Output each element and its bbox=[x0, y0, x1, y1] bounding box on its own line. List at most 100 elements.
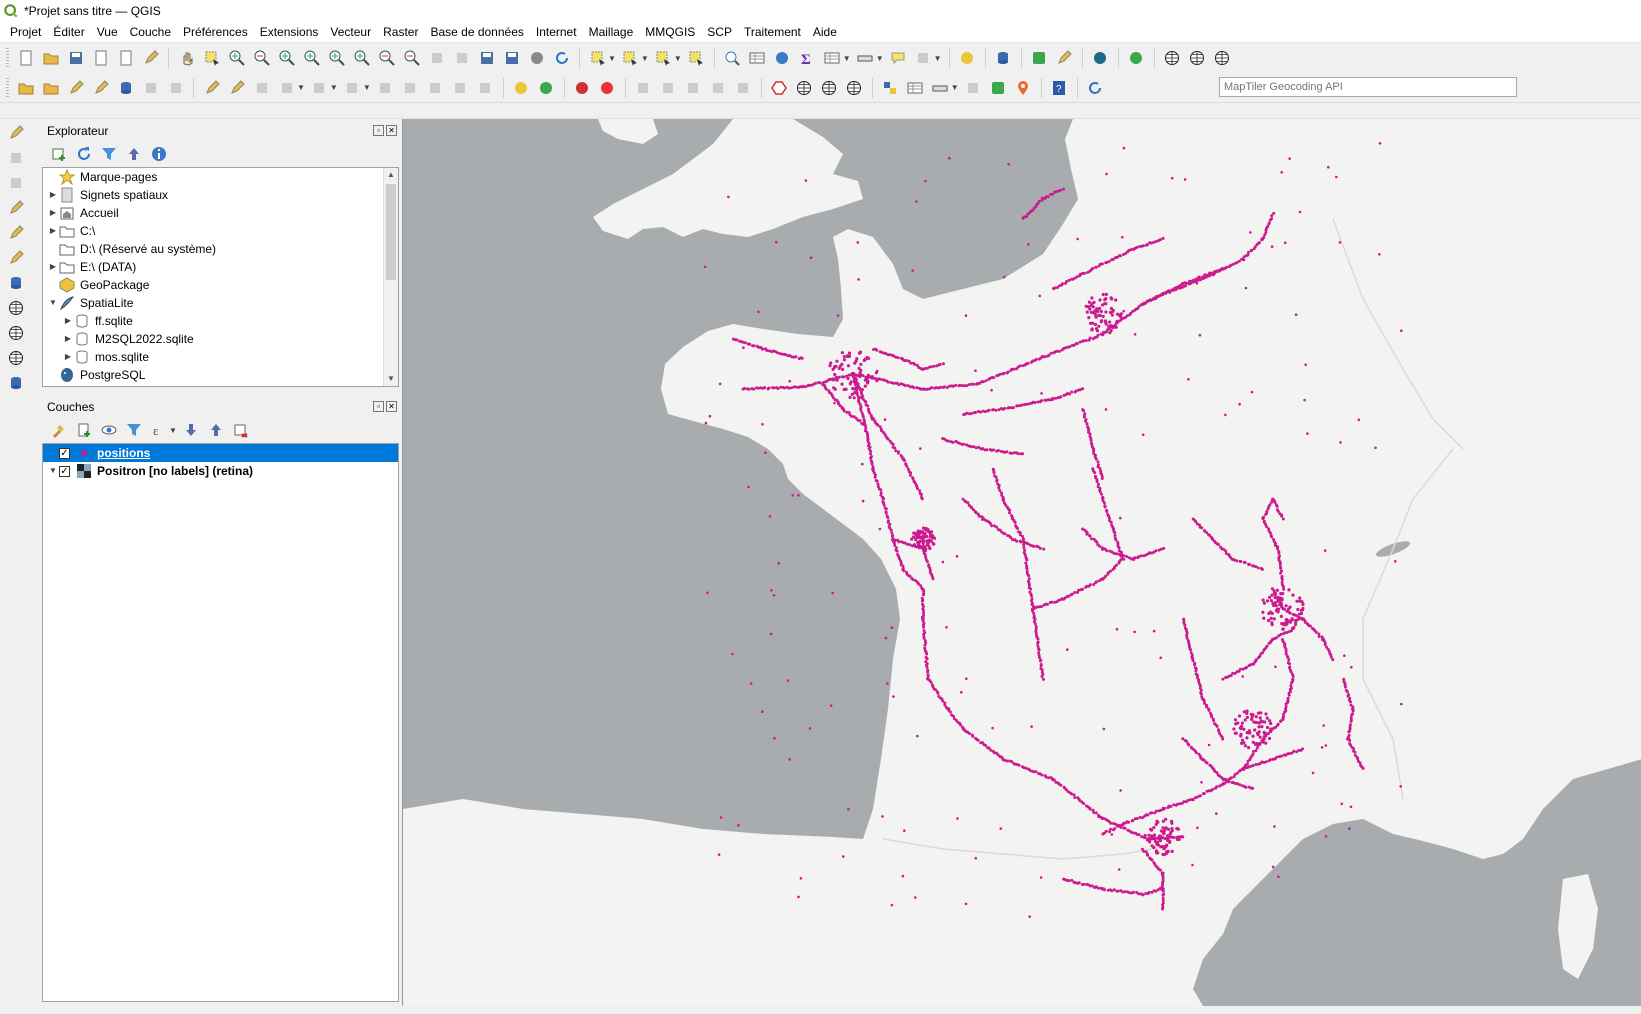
db-manager-button[interactable] bbox=[993, 47, 1014, 69]
plugin-layers-button[interactable] bbox=[988, 77, 1009, 99]
browser-item[interactable]: ▶ E:\ (DATA) bbox=[43, 258, 398, 276]
processing-grid-button[interactable] bbox=[905, 77, 926, 99]
add-delimited-text-button[interactable] bbox=[65, 77, 86, 99]
zoom-to-layer-button[interactable] bbox=[326, 47, 347, 69]
open-project-button[interactable] bbox=[40, 47, 61, 69]
float-panel-button[interactable]: ▫ bbox=[373, 125, 384, 136]
redo-button[interactable] bbox=[475, 77, 496, 99]
browser-item[interactable]: ▶ Signets spatiaux bbox=[43, 186, 398, 204]
add-vector-layer-button[interactable] bbox=[5, 122, 26, 144]
close-panel-button[interactable]: ✕ bbox=[386, 401, 397, 412]
show-bookmarks-button[interactable] bbox=[501, 47, 522, 69]
add-spatialite-button[interactable] bbox=[90, 77, 111, 99]
save-as-button[interactable] bbox=[90, 47, 111, 69]
stop-sign-button[interactable] bbox=[769, 77, 790, 99]
zoom-next-button[interactable] bbox=[401, 47, 422, 69]
expand-all-button[interactable] bbox=[181, 419, 202, 441]
select-by-value-button[interactable] bbox=[620, 47, 641, 69]
menu-internet[interactable]: Internet bbox=[530, 22, 583, 42]
chevron-down-icon[interactable]: ▼ bbox=[934, 54, 942, 63]
browser-item[interactable]: ▶ ff.sqlite bbox=[43, 312, 398, 330]
add-delimited-layer-button[interactable] bbox=[5, 197, 26, 219]
identify-button[interactable] bbox=[722, 47, 743, 69]
style-layer-button[interactable] bbox=[48, 419, 69, 441]
toggle-editing-button[interactable] bbox=[226, 77, 247, 99]
menu-maillage[interactable]: Maillage bbox=[583, 22, 640, 42]
remove-layer-button[interactable] bbox=[231, 419, 252, 441]
save-edits-button[interactable] bbox=[251, 77, 272, 99]
web-query-1-button[interactable] bbox=[794, 77, 815, 99]
open-attribute-table-button[interactable] bbox=[747, 47, 768, 69]
label-pin-button[interactable] bbox=[572, 77, 593, 99]
expand-right-icon[interactable]: ▶ bbox=[47, 222, 59, 240]
copy-button[interactable] bbox=[400, 77, 421, 99]
layer-visibility-checkbox[interactable]: ✓ bbox=[59, 465, 70, 477]
annotation-4-button[interactable] bbox=[708, 77, 729, 99]
collapse-all-button[interactable] bbox=[206, 419, 227, 441]
filter-expression-button[interactable]: ε bbox=[148, 419, 169, 441]
add-postgis-layer-button[interactable] bbox=[5, 272, 26, 294]
add-wcs-layer-button[interactable] bbox=[5, 322, 26, 344]
layer-item[interactable]: ✓ positions bbox=[43, 444, 398, 462]
menu-projet[interactable]: Projet bbox=[4, 22, 47, 42]
expand-down-icon[interactable]: ▼ bbox=[47, 294, 59, 312]
add-spatialite-layer-button[interactable] bbox=[5, 247, 26, 269]
menu-scp[interactable]: SCP bbox=[701, 22, 738, 42]
temporal-controller-button[interactable] bbox=[526, 47, 547, 69]
annotation-2-button[interactable] bbox=[658, 77, 679, 99]
expand-down-icon[interactable]: ▼ bbox=[47, 462, 59, 480]
label-tool-button[interactable] bbox=[511, 77, 532, 99]
menu-couche[interactable]: Couche bbox=[124, 22, 177, 42]
add-mesh-layer-button[interactable] bbox=[5, 172, 26, 194]
new-3d-view-button[interactable] bbox=[451, 47, 472, 69]
field-calculator-button[interactable] bbox=[822, 47, 843, 69]
chevron-down-icon[interactable]: ▼ bbox=[297, 83, 305, 92]
web-globe-1-button[interactable] bbox=[1162, 47, 1183, 69]
pan-map-button[interactable] bbox=[176, 47, 197, 69]
new-project-button[interactable] bbox=[15, 47, 36, 69]
plugin-share-button[interactable] bbox=[1126, 47, 1147, 69]
browser-item[interactable]: ▶ M2SQL2022.sqlite bbox=[43, 330, 398, 348]
python-console-button[interactable] bbox=[880, 77, 901, 99]
expand-right-icon[interactable]: ▶ bbox=[47, 258, 59, 276]
measure-button[interactable] bbox=[855, 47, 876, 69]
web-globe-3-button[interactable] bbox=[1212, 47, 1233, 69]
plugin-yellow-button[interactable] bbox=[957, 47, 978, 69]
menu-extensions[interactable]: Extensions bbox=[254, 22, 325, 42]
plugin-chart-button[interactable] bbox=[1054, 47, 1075, 69]
label-move-button[interactable] bbox=[597, 77, 618, 99]
add-group-button[interactable] bbox=[73, 419, 94, 441]
chevron-down-icon[interactable]: ▼ bbox=[330, 83, 338, 92]
menu-éditer[interactable]: Éditer bbox=[47, 22, 90, 42]
add-wms-layer-button[interactable] bbox=[5, 297, 26, 319]
annotation-1-button[interactable] bbox=[633, 77, 654, 99]
chevron-down-icon[interactable]: ▼ bbox=[169, 426, 177, 435]
help-button[interactable]: ? bbox=[1049, 77, 1070, 99]
statistics-button[interactable] bbox=[772, 47, 793, 69]
sum-statistics-button[interactable]: Σ bbox=[797, 47, 818, 69]
refresh-button[interactable] bbox=[551, 47, 572, 69]
toolbar-grip[interactable] bbox=[6, 48, 9, 68]
expand-right-icon[interactable]: ▶ bbox=[47, 186, 59, 204]
plugin-teal-button[interactable] bbox=[1090, 47, 1111, 69]
filter-legend-button[interactable] bbox=[123, 419, 144, 441]
toolbar-grip[interactable] bbox=[6, 77, 9, 98]
vertex-tool-button[interactable] bbox=[309, 77, 330, 99]
menu-aide[interactable]: Aide bbox=[807, 22, 843, 42]
chevron-down-icon[interactable]: ▼ bbox=[363, 83, 371, 92]
chevron-down-icon[interactable]: ▼ bbox=[843, 54, 851, 63]
browser-item[interactable]: ▶ Accueil bbox=[43, 204, 398, 222]
geocoding-search-input[interactable] bbox=[1219, 77, 1517, 97]
add-virtual-layer-button[interactable] bbox=[5, 372, 26, 394]
map-tips-button[interactable] bbox=[888, 47, 909, 69]
pan-to-selection-button[interactable] bbox=[201, 47, 222, 69]
refresh-button[interactable] bbox=[73, 143, 94, 165]
annotation-3-button[interactable] bbox=[683, 77, 704, 99]
print-layout-button[interactable] bbox=[115, 47, 136, 69]
float-panel-button[interactable]: ▫ bbox=[373, 401, 384, 412]
annotation-5-button[interactable] bbox=[733, 77, 754, 99]
browser-item[interactable]: D:\ (Réservé au système) bbox=[43, 240, 398, 258]
expand-right-icon[interactable]: ▶ bbox=[62, 348, 74, 366]
delete-feature-button[interactable] bbox=[342, 77, 363, 99]
web-query-2-button[interactable] bbox=[819, 77, 840, 99]
